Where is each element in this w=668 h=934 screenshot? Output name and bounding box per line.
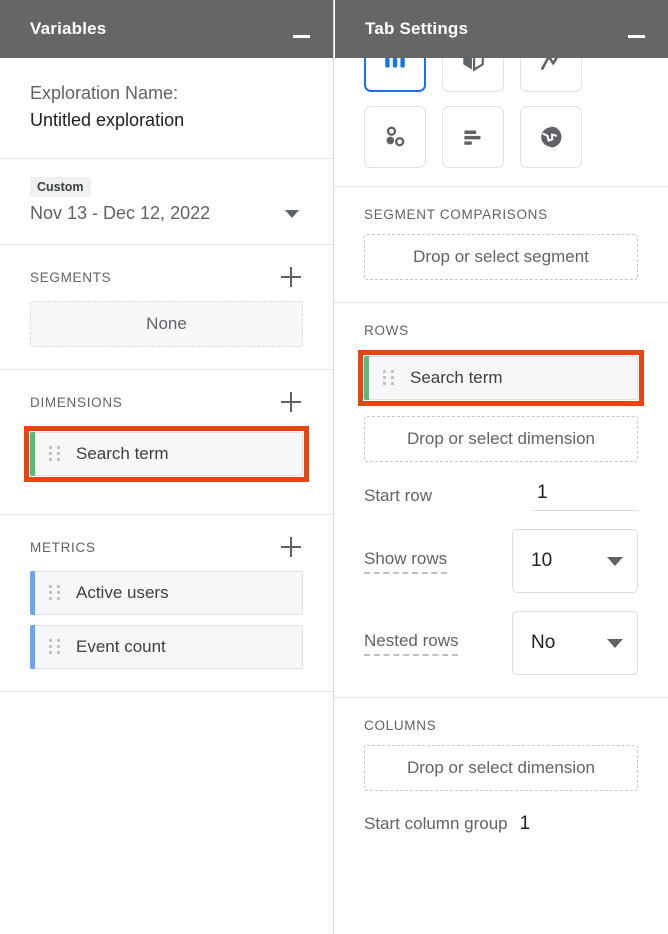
metric-chip-label: Event count: [76, 637, 166, 656]
nested-rows-select[interactable]: No: [512, 611, 638, 675]
ga4-exploration-panels: Variables Exploration Name: Untitled exp…: [0, 0, 668, 934]
metric-accent-bar: [30, 625, 35, 669]
tab-settings-scroll-area: SEGMENT COMPARISONS Drop or select segme…: [334, 58, 668, 934]
rows-dropzone[interactable]: Drop or select dimension: [364, 416, 638, 462]
segments-empty-state[interactable]: None: [30, 301, 303, 347]
variables-panel-title: Variables: [30, 19, 107, 38]
segment-comparisons-dropzone[interactable]: Drop or select segment: [364, 234, 638, 280]
start-row-setting: Start row: [364, 480, 638, 511]
segment-comparisons-label: SEGMENT COMPARISONS: [364, 207, 548, 222]
dimensions-label: DIMENSIONS: [30, 394, 123, 410]
exploration-name-caption: Exploration Name:: [30, 83, 179, 103]
chevron-down-icon[interactable]: [285, 209, 299, 218]
start-column-group-label: Start column group: [364, 814, 508, 833]
date-range-block[interactable]: Custom Nov 13 - Dec 12, 2022: [0, 159, 333, 245]
geo-map-icon[interactable]: [520, 106, 582, 168]
nested-rows-setting: Nested rows No: [364, 611, 638, 675]
date-range-badge: Custom: [30, 177, 91, 197]
exploration-name-value: Untitled exploration: [30, 110, 185, 130]
dimension-chip-search-term[interactable]: Search term: [30, 432, 303, 476]
rows-highlight-box: Search term: [358, 350, 644, 406]
chevron-down-icon: [607, 556, 623, 566]
rows-chip-search-term[interactable]: Search term: [364, 356, 638, 400]
show-rows-value: 10: [531, 550, 553, 571]
columns-section: COLUMNS Drop or select dimension Start c…: [334, 698, 668, 857]
start-column-group-value[interactable]: 1: [520, 813, 531, 835]
segments-section: SEGMENTS None: [0, 245, 333, 370]
rows-label: ROWS: [364, 323, 409, 338]
dimension-accent-bar: [364, 356, 369, 400]
metrics-label: METRICS: [30, 539, 96, 555]
path-exploration-icon[interactable]: [520, 58, 582, 92]
drag-handle-icon[interactable]: [383, 369, 394, 387]
rows-chip-label: Search term: [410, 368, 503, 387]
segments-label: SEGMENTS: [30, 269, 112, 285]
metric-accent-bar: [30, 571, 35, 615]
funnel-exploration-icon[interactable]: [442, 58, 504, 92]
nested-rows-label: Nested rows: [364, 631, 459, 656]
dimension-highlight-box: Search term: [24, 426, 309, 482]
columns-dropzone[interactable]: Drop or select dimension: [364, 745, 638, 791]
drag-handle-icon[interactable]: [49, 445, 60, 463]
date-range-value: Nov 13 - Dec 12, 2022: [30, 203, 211, 223]
dimension-accent-bar: [30, 432, 35, 476]
drag-handle-icon[interactable]: [49, 638, 60, 656]
exploration-name-block[interactable]: Exploration Name: Untitled exploration: [0, 58, 333, 159]
show-rows-setting: Show rows 10: [364, 529, 638, 593]
add-segment-button[interactable]: [279, 265, 303, 289]
start-row-input[interactable]: [533, 480, 638, 511]
start-row-label: Start row: [364, 485, 433, 505]
minimize-icon[interactable]: [291, 26, 311, 46]
segment-overlap-icon[interactable]: [364, 106, 426, 168]
add-metric-button[interactable]: [279, 535, 303, 559]
show-rows-select[interactable]: 10: [512, 529, 638, 593]
variables-panel-header: Variables: [0, 0, 333, 58]
add-dimension-button[interactable]: [279, 390, 303, 414]
columns-label: COLUMNS: [364, 718, 437, 733]
dimension-chip-label: Search term: [76, 444, 169, 463]
metric-chip-event-count[interactable]: Event count: [30, 625, 303, 669]
chevron-down-icon: [607, 638, 623, 648]
nested-rows-value: No: [531, 632, 556, 653]
minimize-icon[interactable]: [626, 26, 646, 46]
segment-comparisons-section: SEGMENT COMPARISONS Drop or select segme…: [334, 187, 668, 303]
metric-chip-active-users[interactable]: Active users: [30, 571, 303, 615]
free-form-table-icon[interactable]: [364, 58, 426, 92]
tab-settings-panel-title: Tab Settings: [365, 19, 469, 38]
technique-selector: [334, 58, 668, 187]
bar-chart-icon[interactable]: [442, 106, 504, 168]
dimensions-section: DIMENSIONS Search term: [0, 370, 333, 515]
metric-chip-label: Active users: [76, 583, 169, 602]
variables-panel: Variables Exploration Name: Untitled exp…: [0, 0, 334, 934]
drag-handle-icon[interactable]: [49, 584, 60, 602]
start-column-group-setting: Start column group 1: [364, 813, 638, 835]
metrics-section: METRICS Active users Event count: [0, 515, 333, 692]
rows-section: ROWS Search term Drop or select dimensio…: [334, 303, 668, 698]
show-rows-label: Show rows: [364, 549, 448, 574]
tab-settings-panel-header: Tab Settings: [334, 0, 668, 58]
tab-settings-panel: Tab Settings SEGMENT COMPARISONS Drop or…: [334, 0, 668, 934]
